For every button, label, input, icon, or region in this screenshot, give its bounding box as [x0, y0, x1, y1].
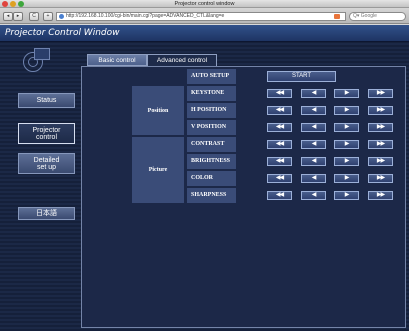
sidebar-item-label: control — [35, 133, 57, 141]
sharpness-increase-button[interactable]: ▶ — [334, 191, 359, 200]
color-increase-button[interactable]: ▶ — [334, 174, 359, 183]
page-header: Projector Control Window — [0, 25, 409, 42]
window-titlebar: Projector control window — [0, 0, 409, 8]
tab-basic-control[interactable]: Basic control — [87, 54, 147, 66]
v-position-increase-fast-button[interactable]: ▶▶ — [368, 123, 393, 132]
v-position-label: V POSITION — [186, 119, 237, 136]
start-button[interactable]: START — [267, 71, 336, 82]
close-window-icon[interactable] — [2, 1, 8, 7]
page-title: Projector Control Window — [5, 28, 120, 38]
keystone-increase-button[interactable]: ▶ — [334, 89, 359, 98]
sidebar-item-status[interactable]: Status — [18, 93, 75, 108]
color-decrease-fast-button[interactable]: ◀◀ — [267, 174, 292, 183]
sidebar-item-label: Status — [36, 97, 57, 104]
keystone-increase-fast-button[interactable]: ▶▶ — [368, 89, 393, 98]
minimize-window-icon[interactable] — [10, 1, 16, 7]
v-position-decrease-fast-button[interactable]: ◀◀ — [267, 123, 292, 132]
color-decrease-button[interactable]: ◀ — [301, 174, 326, 183]
sharpness-decrease-button[interactable]: ◀ — [301, 191, 326, 200]
auto-setup-label: AUTO SETUP — [186, 68, 237, 85]
forward-button[interactable]: ▸ — [13, 12, 23, 21]
keystone-decrease-button[interactable]: ◀ — [301, 89, 326, 98]
sidebar-item-label: Detailed — [33, 156, 60, 164]
brightness-decrease-fast-button[interactable]: ◀◀ — [267, 157, 292, 166]
h-position-increase-fast-button[interactable]: ▶▶ — [368, 106, 393, 115]
contrast-label: CONTRAST — [186, 136, 237, 153]
page-content: Projector Control Window Status Projector… — [0, 25, 409, 331]
sharpness-decrease-fast-button[interactable]: ◀◀ — [267, 191, 292, 200]
contrast-increase-button[interactable]: ▶ — [334, 140, 359, 149]
v-position-decrease-button[interactable]: ◀ — [301, 123, 326, 132]
brightness-decrease-button[interactable]: ◀ — [301, 157, 326, 166]
sharpness-label: SHARPNESS — [186, 187, 237, 204]
contrast-decrease-button[interactable]: ◀ — [301, 140, 326, 149]
brightness-label: BRIGHTNESS — [186, 153, 237, 170]
sidebar-item-projector-control[interactable]: Projector control — [18, 123, 75, 144]
h-position-decrease-button[interactable]: ◀ — [301, 106, 326, 115]
projector-logo-icon — [23, 48, 51, 72]
keystone-decrease-fast-button[interactable]: ◀◀ — [267, 89, 292, 98]
contrast-increase-fast-button[interactable]: ▶▶ — [368, 140, 393, 149]
sharpness-increase-fast-button[interactable]: ▶▶ — [368, 191, 393, 200]
color-increase-fast-button[interactable]: ▶▶ — [368, 174, 393, 183]
v-position-increase-button[interactable]: ▶ — [334, 123, 359, 132]
window-title: Projector control window — [174, 1, 235, 7]
back-button[interactable]: ◂ — [3, 12, 13, 21]
search-input[interactable]: Q▾ Google — [349, 12, 406, 21]
contrast-decrease-fast-button[interactable]: ◀◀ — [267, 140, 292, 149]
brightness-increase-button[interactable]: ▶ — [334, 157, 359, 166]
browser-toolbar: ◂ ▸ C + http://192.168.10.100/cgi-bin/ma… — [0, 8, 409, 24]
sidebar-item-japanese[interactable]: 日本語 — [18, 207, 75, 220]
sidebar-item-detailed-setup[interactable]: Detailed set up — [18, 153, 75, 174]
sidebar-item-label: Projector — [32, 126, 61, 134]
h-position-decrease-fast-button[interactable]: ◀◀ — [267, 106, 292, 115]
h-position-label: H POSITION — [186, 102, 237, 119]
rss-icon[interactable] — [334, 14, 340, 19]
reload-button[interactable]: C — [29, 12, 39, 21]
sidebar-item-label: set up — [36, 163, 57, 171]
color-label: COLOR — [186, 170, 237, 187]
zoom-window-icon[interactable] — [18, 1, 24, 7]
group-label-picture: Picture — [131, 136, 185, 204]
url-text: http://192.168.10.100/cgi-bin/main.cgi?p… — [66, 13, 225, 19]
brightness-increase-fast-button[interactable]: ▶▶ — [368, 157, 393, 166]
h-position-increase-button[interactable]: ▶ — [334, 106, 359, 115]
group-label-position: Position — [131, 85, 185, 136]
address-bar[interactable]: http://192.168.10.100/cgi-bin/main.cgi?p… — [56, 12, 346, 21]
advanced-control-panel: AUTO SETUP START Position KEYSTONE ◀◀ ◀ ▶ ▶▶ H… — [81, 66, 406, 328]
sidebar-item-label: 日本語 — [36, 210, 57, 217]
add-bookmark-button[interactable]: + — [43, 12, 53, 21]
keystone-label: KEYSTONE — [186, 85, 237, 102]
site-icon — [59, 14, 64, 19]
